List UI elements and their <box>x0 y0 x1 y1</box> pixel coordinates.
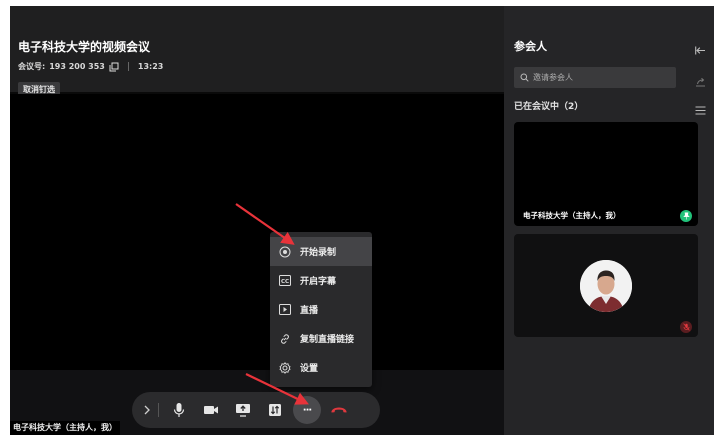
self-video-label: 电子科技大学（主持人，我） <box>10 421 120 435</box>
expand-toolbar-button[interactable] <box>140 395 154 425</box>
more-menu: 开始录制 CC 开启字幕 直播 复制直播链接 设置 <box>270 232 372 387</box>
gear-icon <box>278 361 292 375</box>
camera-button[interactable] <box>195 395 227 425</box>
menu-item-copy-live-link[interactable]: 复制直播链接 <box>270 324 372 353</box>
live-icon <box>278 303 292 317</box>
microphone-icon <box>173 403 185 417</box>
search-icon <box>520 73 529 82</box>
mic-button[interactable] <box>163 395 195 425</box>
more-button[interactable]: ··· <box>293 396 321 424</box>
participant-card-guest[interactable] <box>514 234 698 337</box>
menu-item-label: 复制直播链接 <box>300 335 355 345</box>
chevron-right-icon <box>144 405 150 415</box>
participants-button[interactable] <box>259 395 291 425</box>
menu-item-start-recording[interactable]: 开始录制 <box>270 237 372 266</box>
menu-item-captions[interactable]: CC 开启字幕 <box>270 266 372 295</box>
meeting-time: 13:23 <box>137 62 164 71</box>
menu-item-label: 设置 <box>300 364 319 374</box>
invite-search-input[interactable] <box>533 73 663 82</box>
meeting-title: 电子科技大学的视频会议 <box>18 40 151 54</box>
record-icon <box>278 245 292 259</box>
menu-item-label: 开启字幕 <box>300 277 337 287</box>
participants-panel: 参会人 已在会议中（2） 电子科技大学（主持人，我） <box>504 6 714 435</box>
meeting-window: 电子科技大学的视频会议 会议号: 193 200 353 13:23 取消钉选 … <box>10 6 714 435</box>
participants-title: 参会人 <box>514 40 547 53</box>
pin-icon <box>682 212 690 220</box>
muted-badge <box>680 321 692 333</box>
share-screen-button[interactable] <box>227 395 259 425</box>
invite-search-field[interactable] <box>514 67 676 88</box>
host-pin-badge <box>680 210 692 222</box>
meeting-header: 电子科技大学的视频会议 会议号: 193 200 353 13:23 取消钉选 <box>10 6 504 97</box>
collapse-panel-button[interactable] <box>695 40 706 59</box>
more-dots-icon: ··· <box>302 404 312 416</box>
meeting-id-label: 会议号: <box>18 62 46 71</box>
cc-icon: CC <box>278 274 292 288</box>
share-screen-icon <box>236 404 250 417</box>
meeting-toolbar: ··· <box>132 392 380 428</box>
avatar <box>580 260 632 312</box>
toolbar-divider <box>158 403 159 417</box>
mic-muted-icon <box>682 323 690 331</box>
list-icon <box>695 106 706 115</box>
menu-item-settings[interactable]: 设置 <box>270 353 372 382</box>
meta-divider <box>127 62 129 71</box>
share-invite-button[interactable] <box>695 72 706 91</box>
video-area <box>10 94 504 370</box>
list-view-button[interactable] <box>695 100 706 119</box>
participant-card-host[interactable]: 电子科技大学（主持人，我） <box>514 122 698 226</box>
hang-up-icon <box>331 407 347 413</box>
in-meeting-count: 已在会议中（2） <box>514 102 584 112</box>
camera-icon <box>204 406 218 414</box>
link-icon <box>278 332 292 346</box>
svg-text:CC: CC <box>281 279 289 285</box>
menu-item-label: 开始录制 <box>300 248 337 258</box>
meeting-meta: 会议号: 193 200 353 13:23 <box>18 61 163 72</box>
meeting-id-value: 193 200 353 <box>49 62 105 71</box>
participant-name: 电子科技大学（主持人，我） <box>523 211 621 220</box>
leave-meeting-button[interactable] <box>323 395 355 425</box>
manage-members-icon <box>269 404 281 416</box>
share-icon <box>696 77 705 87</box>
copy-icon[interactable] <box>109 62 119 72</box>
menu-item-label: 直播 <box>300 306 319 316</box>
collapse-icon <box>695 46 705 55</box>
user-avatar-icon <box>580 260 632 312</box>
menu-item-live[interactable]: 直播 <box>270 295 372 324</box>
